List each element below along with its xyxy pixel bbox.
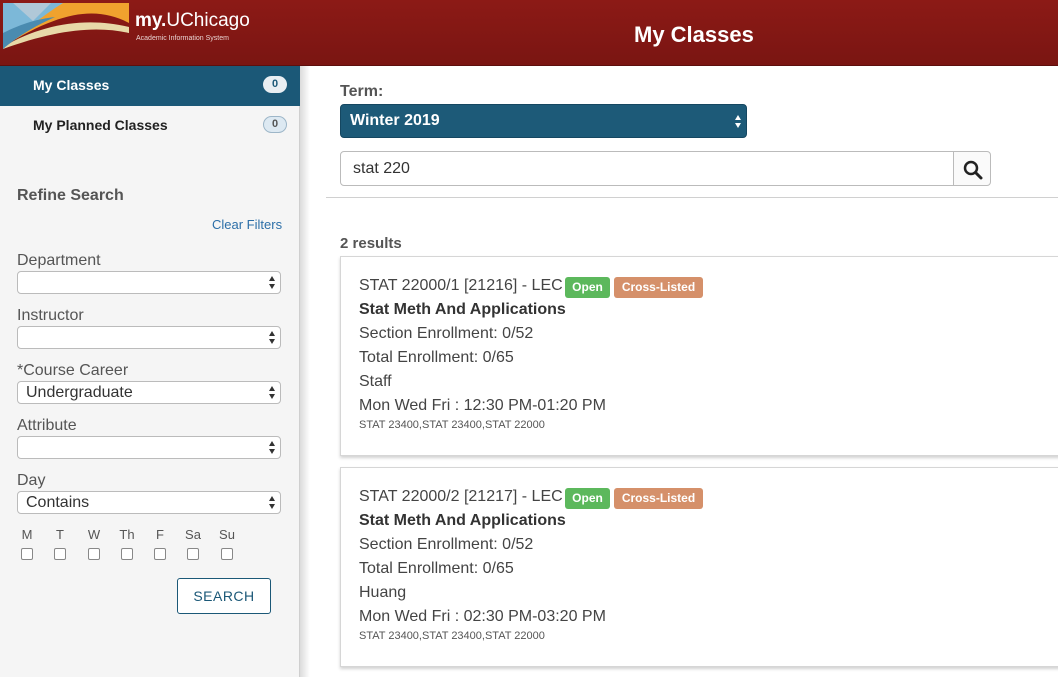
select-arrows-icon <box>269 331 275 344</box>
count-badge: 0 <box>263 116 287 133</box>
total-enrollment: Total Enrollment: 0/65 <box>359 349 514 366</box>
day-option-friday: F <box>146 527 174 560</box>
divider <box>326 197 1058 198</box>
count-badge: 0 <box>263 76 287 93</box>
course-id: STAT 22000/1 [21216] - LEC <box>359 277 563 294</box>
meeting-time: Mon Wed Fri : 12:30 PM-01:20 PM <box>359 397 606 414</box>
nav-label: My Planned Classes <box>33 117 168 133</box>
select-arrows-icon <box>269 496 275 509</box>
day-label: Th <box>119 527 135 542</box>
section-enrollment: Section Enrollment: 0/52 <box>359 325 534 342</box>
day-option-saturday: Sa <box>179 527 207 560</box>
sidebar: My Classes 0 My Planned Classes 0 Refine… <box>0 66 300 677</box>
class-result-card[interactable]: STAT 22000/2 [21217] - LEC Open Cross-Li… <box>340 467 1058 667</box>
day-option-sunday: Su <box>213 527 241 560</box>
select-arrows-icon <box>735 115 741 128</box>
day-label: T <box>56 527 64 542</box>
day-option-thursday: Th <box>113 527 141 560</box>
brand-tagline: Academic Information System <box>136 35 229 42</box>
day-checkbox[interactable] <box>221 548 233 560</box>
instructor-label: Instructor <box>17 307 84 324</box>
course-career-select[interactable]: Undergraduate <box>17 381 281 404</box>
department-select[interactable] <box>17 271 281 294</box>
instructor: Huang <box>359 584 407 601</box>
status-badge: Open <box>565 277 610 298</box>
select-arrows-icon <box>269 441 275 454</box>
day-checkbox[interactable] <box>21 548 33 560</box>
select-value: Undergraduate <box>26 384 133 401</box>
day-checkbox[interactable] <box>154 548 166 560</box>
day-checkbox[interactable] <box>88 548 100 560</box>
total-enrollment: Total Enrollment: 0/65 <box>359 560 514 577</box>
select-value: Winter 2019 <box>350 112 440 129</box>
department-label: Department <box>17 252 101 269</box>
day-checkbox[interactable] <box>121 548 133 560</box>
day-label: M <box>21 527 33 542</box>
uchicago-logo-icon[interactable] <box>3 3 129 49</box>
cross-listings: STAT 23400,STAT 23400,STAT 22000 <box>359 419 545 431</box>
app-header: my.UChicago Academic Information System … <box>0 0 1058 66</box>
term-label: Term: <box>340 83 384 100</box>
course-career-label: *Course Career <box>17 362 129 379</box>
day-match-select[interactable]: Contains <box>17 491 281 514</box>
clear-filters-link[interactable]: Clear Filters <box>212 217 282 232</box>
section-enrollment: Section Enrollment: 0/52 <box>359 536 534 553</box>
day-checkbox[interactable] <box>54 548 66 560</box>
search-icon <box>963 160 983 180</box>
day-option-wednesday: W <box>80 527 108 560</box>
cross-listings: STAT 23400,STAT 23400,STAT 22000 <box>359 630 545 642</box>
brand: my.UChicago Academic Information System <box>135 10 250 42</box>
select-value: Contains <box>26 494 90 511</box>
class-search-input[interactable]: stat 220 <box>340 151 954 186</box>
instructor-select[interactable] <box>17 326 281 349</box>
search-submit-button[interactable] <box>953 151 991 186</box>
sidebar-item-my-classes[interactable]: My Classes 0 <box>0 66 300 106</box>
nav-label: My Classes <box>33 77 110 93</box>
instructor: Staff <box>359 373 392 390</box>
sidebar-item-my-planned-classes[interactable]: My Planned Classes 0 <box>0 106 300 146</box>
class-result-card[interactable]: STAT 22000/1 [21216] - LEC Open Cross-Li… <box>340 256 1058 456</box>
day-label: W <box>87 527 101 542</box>
day-label: Day <box>17 472 46 489</box>
day-option-monday: M <box>13 527 41 560</box>
brand-name: my.UChicago <box>135 10 250 31</box>
day-label: F <box>156 527 164 542</box>
day-option-tuesday: T <box>46 527 74 560</box>
course-title[interactable]: Stat Meth And Applications <box>359 301 566 319</box>
attribute-select[interactable] <box>17 436 281 459</box>
sidebar-shadow <box>300 66 310 677</box>
status-badge: Open <box>565 488 610 509</box>
attribute-label: Attribute <box>17 417 77 434</box>
search-button[interactable]: SEARCH <box>177 578 271 614</box>
select-arrows-icon <box>269 386 275 399</box>
cross-listed-badge: Cross-Listed <box>614 277 703 298</box>
cross-listed-badge: Cross-Listed <box>614 488 703 509</box>
select-arrows-icon <box>269 276 275 289</box>
results-count: 2 results <box>340 235 402 252</box>
day-label: Su <box>219 527 235 542</box>
term-select[interactable]: Winter 2019 <box>340 104 747 138</box>
course-id: STAT 22000/2 [21217] - LEC <box>359 488 563 505</box>
page-title: My Classes <box>634 22 754 47</box>
day-checkbox[interactable] <box>187 548 199 560</box>
refine-search-heading: Refine Search <box>17 187 124 204</box>
day-label: Sa <box>185 527 201 542</box>
course-title[interactable]: Stat Meth And Applications <box>359 512 566 530</box>
meeting-time: Mon Wed Fri : 02:30 PM-03:20 PM <box>359 608 606 625</box>
